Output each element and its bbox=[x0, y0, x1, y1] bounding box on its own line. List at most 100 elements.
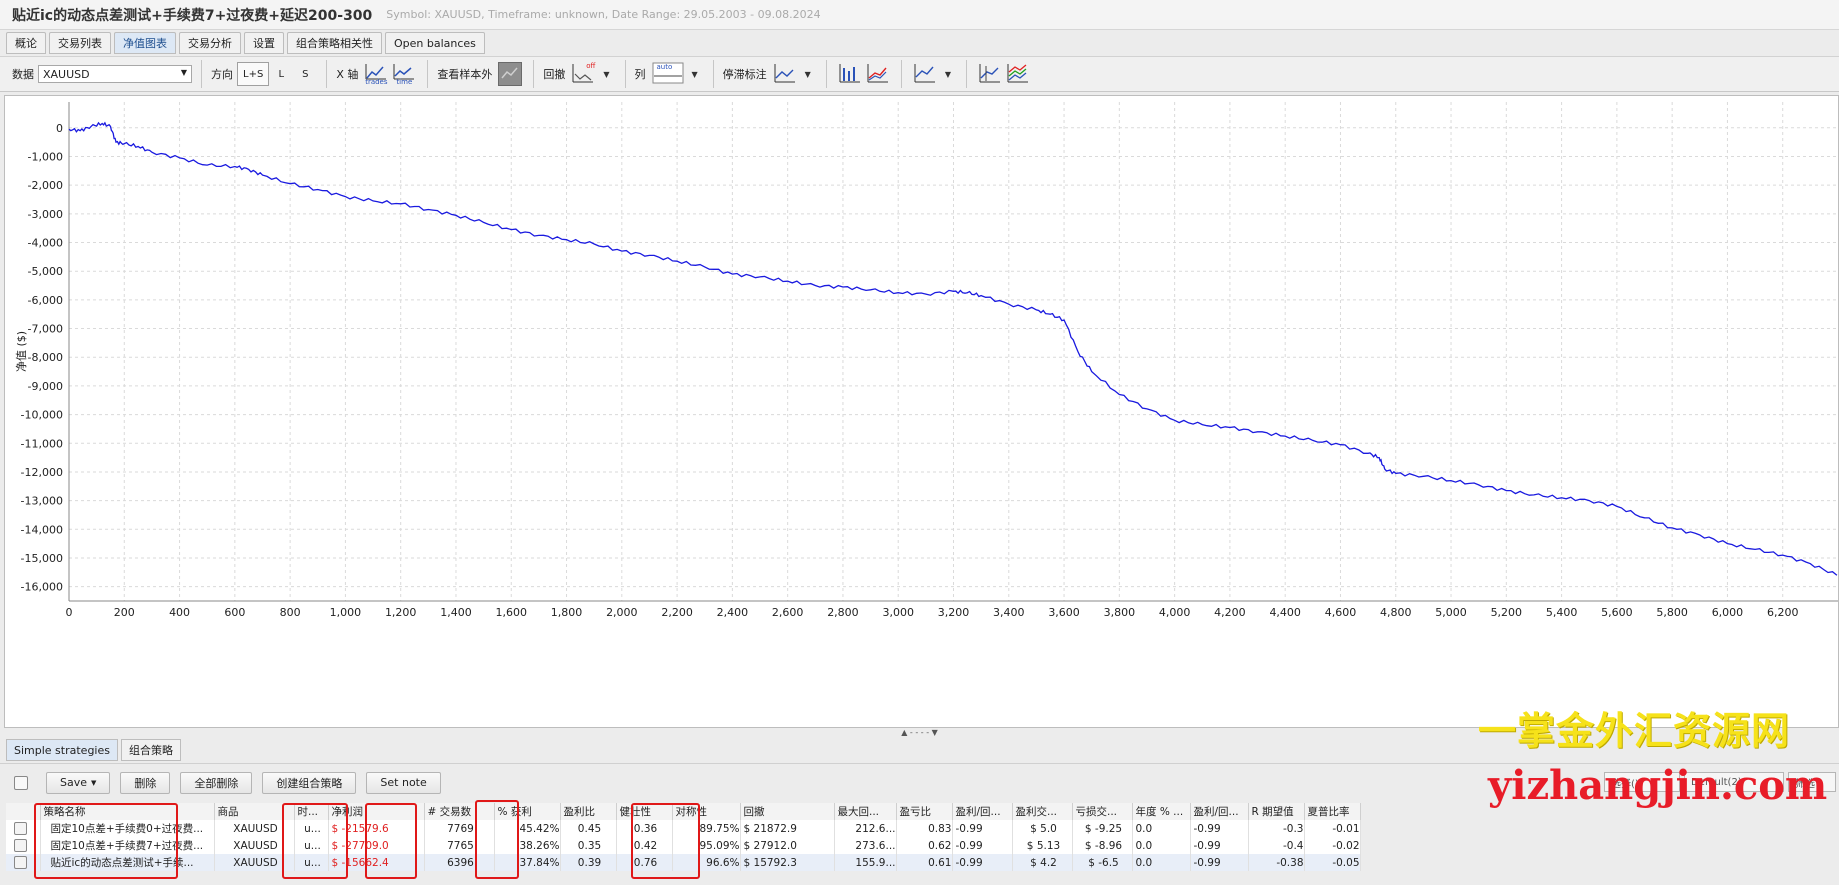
direction-short-button[interactable]: S bbox=[293, 62, 317, 86]
drawdown-toggle[interactable]: off bbox=[571, 62, 595, 86]
table-cell: 273.6... bbox=[834, 837, 897, 854]
chevron-down-icon[interactable]: ▼ bbox=[945, 70, 951, 79]
row-checkbox[interactable] bbox=[14, 822, 27, 835]
columns-label: 列 bbox=[634, 68, 646, 81]
column-header[interactable]: 最大回... bbox=[834, 803, 897, 820]
table-cell: u... bbox=[294, 854, 329, 871]
table-cell: -0.99 bbox=[1190, 820, 1249, 837]
toolbar-separator bbox=[825, 60, 827, 88]
y-tick-label: -10,000 bbox=[21, 409, 63, 422]
select-all-checkbox[interactable] bbox=[14, 775, 28, 790]
table-cell: 45.42% bbox=[494, 820, 561, 837]
symbol-select[interactable]: XAUUSD ▼ bbox=[38, 65, 192, 83]
columns-auto-button[interactable]: auto bbox=[652, 62, 684, 86]
table-cell: 固定10点差+手续费7+过夜费... bbox=[40, 837, 215, 854]
create-portfolio-button[interactable]: 创建组合策略 bbox=[262, 771, 357, 794]
y-tick-label: -8,000 bbox=[28, 351, 63, 364]
column-header[interactable]: # 交易数 bbox=[424, 803, 495, 820]
table-row[interactable]: 固定10点差+手续费7+过夜费... XAUUSD u... $ -27709.0 77… bbox=[6, 837, 1361, 854]
chart-toolbar: 数据 XAUUSD ▼ 方向 L+S L S X 轴 trades time 查… bbox=[0, 56, 1839, 92]
compare-chart-button[interactable] bbox=[978, 62, 1002, 86]
chart-style-button[interactable] bbox=[913, 62, 937, 86]
tab-equity-chart[interactable]: 净值图表 bbox=[114, 32, 176, 54]
column-header[interactable]: 盈利/回... bbox=[1190, 803, 1249, 820]
row-checkbox[interactable] bbox=[14, 839, 27, 852]
column-header[interactable]: 净利润 bbox=[328, 803, 425, 820]
tab-trade-analysis[interactable]: 交易分析 bbox=[179, 32, 241, 54]
out-of-sample-toggle[interactable] bbox=[498, 62, 523, 86]
result-tabs: 概论 交易列表 净值图表 交易分析 设置 组合策略相关性 Open balanc… bbox=[0, 32, 488, 54]
equity-chart: 0 -1,000 -2,000 -3,000 -4,000 -5,000 -6,000 -7,… bbox=[4, 95, 1839, 728]
column-header[interactable]: 时... bbox=[294, 803, 329, 820]
table-cell: -0.99 bbox=[1190, 854, 1249, 871]
tab-overview[interactable]: 概论 bbox=[6, 32, 46, 54]
row-select-cell bbox=[6, 820, 41, 837]
table-cell: XAUUSD bbox=[214, 837, 295, 854]
equity-chart-svg: 0 -1,000 -2,000 -3,000 -4,000 -5,000 -6,000 -7,… bbox=[14, 102, 1838, 619]
tab-open-balances[interactable]: Open balances bbox=[385, 32, 485, 54]
bar-chart-button[interactable] bbox=[838, 62, 862, 86]
mixed-chart-button[interactable] bbox=[866, 62, 890, 86]
column-header[interactable]: 商品 bbox=[214, 803, 295, 820]
delete-button[interactable]: 删除 bbox=[120, 771, 171, 794]
tab-simple-strategies[interactable]: Simple strategies bbox=[6, 739, 118, 761]
table-cell: 0.83 bbox=[896, 820, 953, 837]
column-header[interactable]: 策略名称 bbox=[40, 803, 215, 820]
y-tick-label: -13,000 bbox=[21, 495, 63, 508]
column-header[interactable]: 回撤 bbox=[740, 803, 835, 820]
row-checkbox[interactable] bbox=[14, 856, 27, 869]
column-header[interactable]: 盈利交... bbox=[1012, 803, 1073, 820]
column-header[interactable]: 盈利比 bbox=[560, 803, 617, 820]
symbol-select-value: XAUUSD bbox=[43, 67, 90, 81]
column-header[interactable]: 夏普比率 bbox=[1304, 803, 1361, 820]
x-tick-label: 6,200 bbox=[1767, 606, 1799, 619]
column-header[interactable]: 年度 % ... bbox=[1132, 803, 1191, 820]
table-row[interactable]: 贴近ic的动态点差测试+手续... XAUUSD u... $ -15662.4 639… bbox=[6, 854, 1361, 871]
column-header[interactable]: R 期望值 bbox=[1248, 803, 1305, 820]
delete-all-button[interactable]: 全部删除 bbox=[180, 771, 253, 794]
xaxis-time-button[interactable]: time bbox=[392, 62, 416, 86]
column-header[interactable]: 健壮性 bbox=[616, 803, 673, 820]
title-bar: 贴近ic的动态点差测试+手续费7+过夜费+延迟200-300 Symbol: X… bbox=[0, 0, 1839, 30]
direction-long-button[interactable]: L bbox=[269, 62, 293, 86]
set-note-button[interactable]: Set note bbox=[366, 771, 441, 794]
stagnation-button[interactable] bbox=[773, 62, 797, 86]
table-cell: u... bbox=[294, 837, 329, 854]
xaxis-trades-button[interactable]: trades bbox=[364, 62, 388, 86]
x-tick-label: 0 bbox=[66, 606, 73, 619]
toolbar-separator bbox=[326, 60, 328, 88]
table-cell: XAUUSD bbox=[214, 854, 295, 871]
multi-series-button[interactable] bbox=[1006, 62, 1030, 86]
table-cell: 6396 bbox=[424, 854, 495, 871]
table-cell: -0.05 bbox=[1304, 854, 1361, 871]
column-header[interactable]: 对称性 bbox=[672, 803, 741, 820]
column-header[interactable]: 盈利/回... bbox=[952, 803, 1013, 820]
table-row[interactable]: 固定10点差+手续费0+过夜费... XAUUSD u... $ -21579.6 77… bbox=[6, 820, 1361, 837]
table-cell: 0.42 bbox=[616, 837, 673, 854]
table-cell: 96.6% bbox=[672, 854, 741, 871]
x-tick-label: 400 bbox=[169, 606, 190, 619]
x-tick-label: 800 bbox=[280, 606, 301, 619]
chevron-down-icon[interactable]: ▼ bbox=[692, 70, 698, 79]
save-button[interactable]: Save ▼ bbox=[46, 771, 111, 794]
column-header[interactable]: 亏损交... bbox=[1072, 803, 1133, 820]
chevron-down-icon[interactable]: ▼ bbox=[603, 70, 609, 79]
direction-ls-button[interactable]: L+S bbox=[237, 62, 270, 86]
table-cell: 固定10点差+手续费0+过夜费... bbox=[40, 820, 215, 837]
y-tick-label: -1,000 bbox=[28, 150, 63, 163]
y-tick-label: -4,000 bbox=[28, 237, 63, 250]
tab-settings[interactable]: 设置 bbox=[244, 32, 284, 54]
tab-trade-list[interactable]: 交易列表 bbox=[49, 32, 111, 54]
column-header[interactable]: % 获利 bbox=[494, 803, 561, 820]
tab-portfolio-strategies[interactable]: 组合策略 bbox=[120, 739, 181, 761]
table-header-row: 策略名称 商品 时... 净利润 # 交易数 % 获利 盈利比 健壮性 对称性 … bbox=[6, 803, 1361, 820]
table-cell: 0.35 bbox=[560, 837, 617, 854]
y-tick-label: -11,000 bbox=[21, 437, 63, 450]
strategy-table-wrap: 策略名称 商品 时... 净利润 # 交易数 % 获利 盈利比 健壮性 对称性 … bbox=[6, 803, 1396, 871]
chevron-down-icon[interactable]: ▼ bbox=[805, 70, 811, 79]
trades-caption: trades bbox=[365, 78, 388, 86]
column-header[interactable]: 盈亏比 bbox=[896, 803, 953, 820]
off-caption: off bbox=[586, 62, 596, 70]
tab-portfolio-correlation[interactable]: 组合策略相关性 bbox=[287, 32, 382, 54]
table-cell: 0.39 bbox=[560, 854, 617, 871]
